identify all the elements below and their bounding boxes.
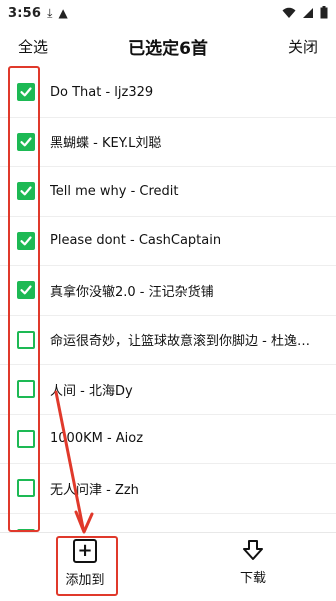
song-row[interactable]: 人间 - 北海Dy: [0, 365, 336, 415]
download-label: 下载: [239, 571, 266, 586]
song-title: 人间 - 北海Dy: [50, 383, 133, 399]
song-title: 1000KM - Aioz: [50, 431, 144, 447]
song-checkbox[interactable]: [17, 330, 35, 349]
download-arrow-icon: [243, 540, 263, 560]
song-title: 无人问津 - Zzh: [50, 482, 139, 498]
song-checkbox[interactable]: [17, 429, 35, 448]
song-title: Please dont - CashCaptain: [50, 233, 222, 249]
song-row[interactable]: Please dont - CashCaptain: [0, 217, 336, 266]
status-time: 3:56: [8, 5, 42, 21]
checkmark-icon: [20, 137, 32, 147]
song-checkbox[interactable]: [17, 83, 35, 102]
song-list: Do That - ljz329 黑蝴蝶 - KEY.L刘聪 Tell me why…: [0, 68, 336, 532]
select-all-button[interactable]: 全选: [18, 36, 48, 57]
download-button[interactable]: 下载: [226, 539, 280, 586]
song-checkbox[interactable]: [17, 231, 35, 250]
close-button[interactable]: 关闭: [288, 36, 318, 57]
notification-a-icon: ▲: [58, 6, 68, 20]
checkmark-icon: [20, 87, 32, 97]
checkmark-icon: [20, 285, 32, 295]
song-row[interactable]: 无人问津 - Zzh: [0, 464, 336, 514]
song-title: 真拿你没辙2.0 - 汪记杂货铺: [50, 284, 214, 300]
song-row[interactable]: 真拿你没辙2.0 - 汪记杂货铺: [0, 266, 336, 316]
plus-square-icon: +: [73, 539, 97, 563]
add-to-button[interactable]: + 添加到: [58, 539, 112, 588]
battery-icon: [320, 6, 328, 19]
wifi-icon: [282, 7, 296, 18]
song-title: Do That - ljz329: [50, 84, 154, 100]
song-checkbox[interactable]: [17, 132, 35, 151]
signal-icon: [303, 7, 313, 18]
status-icons: [282, 6, 328, 19]
song-title: 黑蝴蝶 - KEY.L刘聪: [50, 136, 162, 152]
song-checkbox[interactable]: [17, 380, 35, 399]
song-row[interactable]: 1000KM - Aioz: [0, 415, 336, 464]
song-title: Tell me why - Credit: [50, 183, 179, 199]
download-indicator-icon: ⤓: [47, 5, 53, 20]
checkmark-icon: [20, 186, 32, 196]
status-bar: 3:56 ⤓ ▲: [0, 0, 336, 26]
selection-header: 全选 已选定6首 关闭: [0, 26, 336, 66]
page-title: 已选定6首: [128, 38, 208, 59]
song-checkbox[interactable]: [17, 182, 35, 201]
song-row[interactable]: 黑蝴蝶 - KEY.L刘聪: [0, 118, 336, 167]
song-row[interactable]: Do That - ljz329: [0, 68, 336, 118]
checkmark-icon: [20, 236, 32, 246]
add-to-label: 添加到: [65, 573, 105, 588]
song-checkbox[interactable]: [17, 479, 35, 498]
bottom-action-bar: + 添加到 下载: [0, 532, 336, 601]
song-row[interactable]: Tell me why - Credit: [0, 167, 336, 217]
song-checkbox[interactable]: [17, 281, 35, 300]
song-row[interactable]: 更不出可能 - Si Sir大风暴: [0, 514, 336, 532]
song-row[interactable]: 命运很奇妙，让篮球故意滚到你脚边 - 杜逸风 Fir...: [0, 316, 336, 365]
song-title: 命运很奇妙，让篮球故意滚到你脚边 - 杜逸风 Fir...: [50, 334, 320, 350]
